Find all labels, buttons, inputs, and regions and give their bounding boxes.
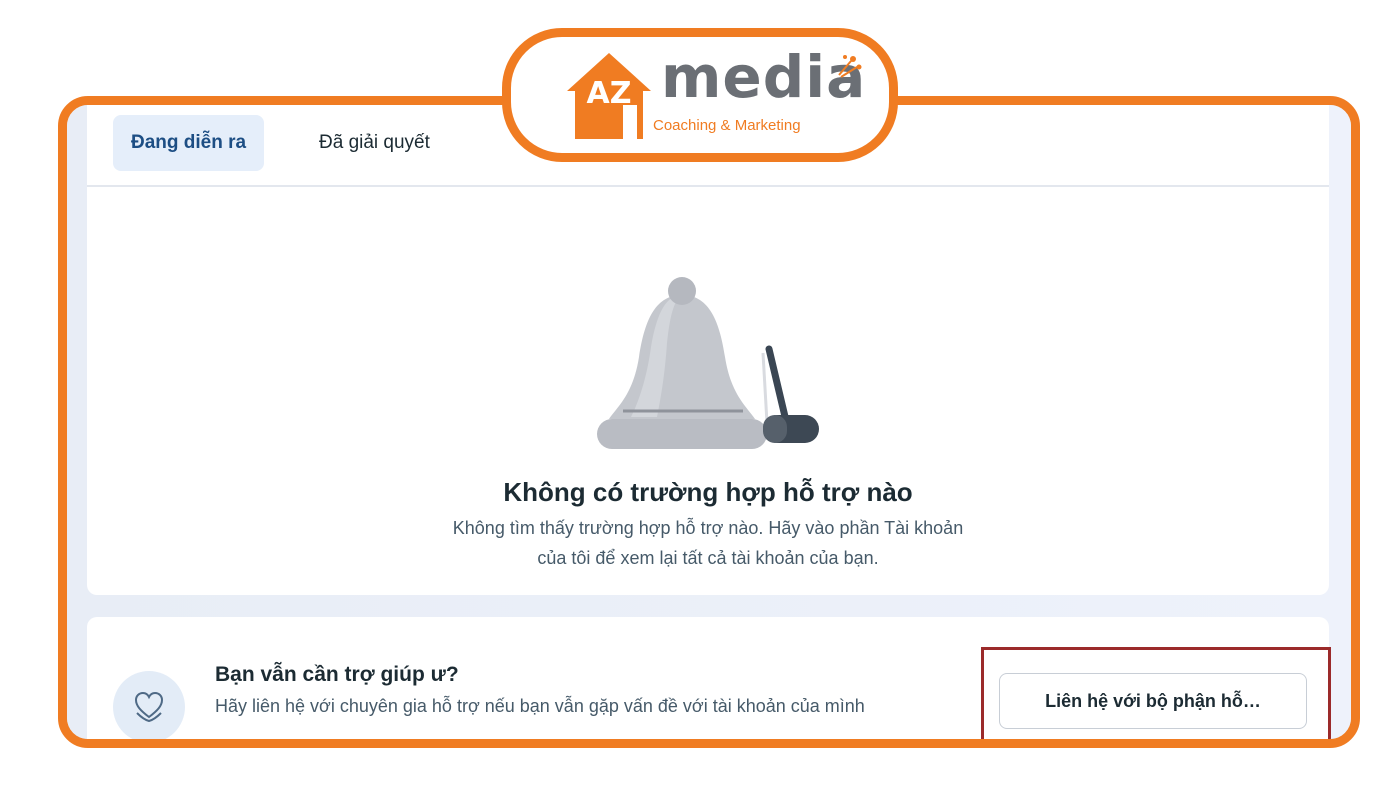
logo-tagline: Coaching & Marketing (653, 117, 801, 134)
empty-state-description: Không tìm thấy trường hợp hỗ trợ nào. Hã… (387, 513, 1029, 573)
tab-in-progress[interactable]: Đang diễn ra (113, 115, 265, 171)
logo-az-text: AZ (587, 76, 632, 111)
empty-state-description-line-2: của tôi để xem lại tất cả tài khoản của … (537, 548, 879, 568)
bell-icon (587, 277, 847, 457)
need-help-title: Bạn vẫn cần trợ giúp ư? (215, 663, 459, 686)
contact-support-button[interactable]: Liên hệ với bộ phận hỗ… (999, 673, 1307, 729)
azmedia-logo: AZ media Coaching & Marketing (502, 28, 898, 162)
empty-state-title: Không có trường hợp hỗ trợ nào (503, 477, 913, 507)
screenshot-stage: Đang diễn ra Đã giải quyết Không có trườ… (0, 0, 1400, 788)
empty-state-card: Không có trường hợp hỗ trợ nào Không tìm… (87, 187, 1329, 595)
empty-state-description-line-1: Không tìm thấy trường hợp hỗ trợ nào. Hã… (452, 518, 964, 538)
support-page: Đang diễn ra Đã giải quyết Không có trườ… (67, 105, 1351, 739)
tab-resolved[interactable]: Đã giải quyết (301, 115, 448, 171)
sparkle-icon (838, 55, 862, 78)
need-help-description: Hãy liên hệ với chuyên gia hỗ trợ nếu bạ… (215, 696, 865, 716)
need-help-card: Bạn vẫn cần trợ giúp ư? Hãy liên hệ với … (87, 617, 1331, 739)
heart-hands-icon (113, 671, 185, 739)
highlight-frame: Đang diễn ra Đã giải quyết Không có trườ… (58, 96, 1360, 748)
house-logo-icon: AZ (567, 53, 651, 139)
